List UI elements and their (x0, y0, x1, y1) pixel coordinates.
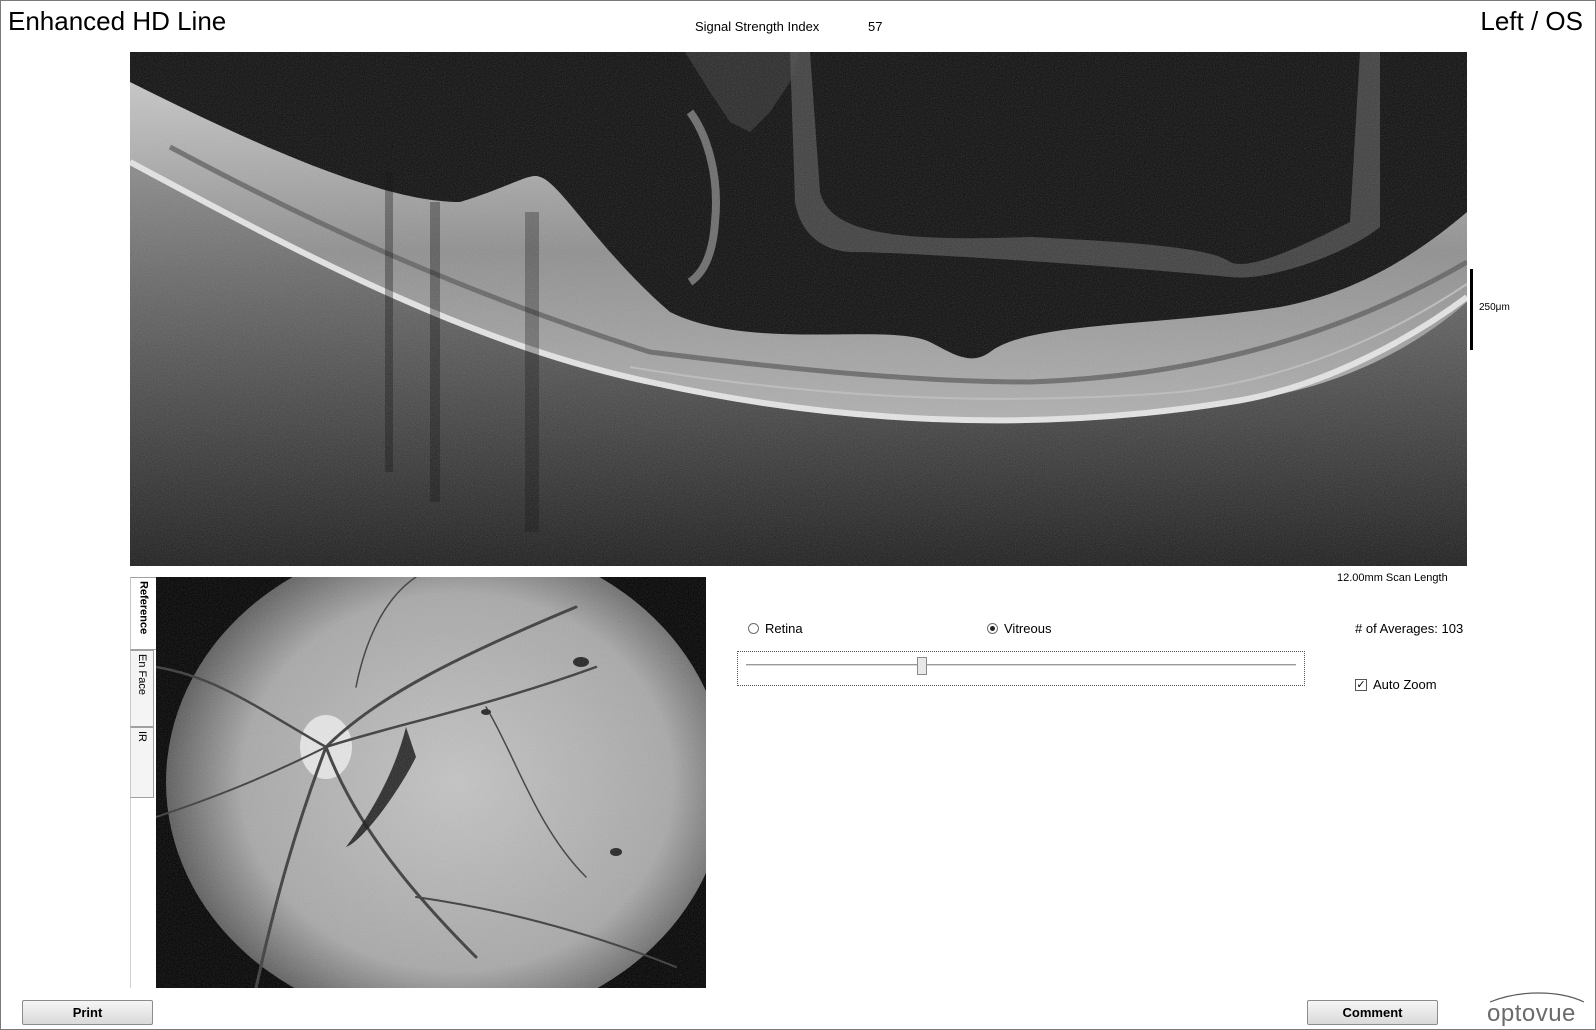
scale-bar-label: 250μm (1479, 302, 1510, 313)
slider-track[interactable] (746, 664, 1296, 667)
signal-strength-value: 57 (868, 19, 883, 34)
auto-zoom-check-box[interactable]: ✓ (1355, 678, 1367, 691)
oct-bscan-image[interactable] (130, 52, 1467, 566)
comment-button[interactable]: Comment (1307, 1000, 1438, 1025)
logo-text: optovue (1487, 1000, 1576, 1027)
scan-type-title: Enhanced HD Line (8, 6, 227, 36)
depth-slider[interactable] (737, 651, 1305, 686)
image-view-tabs: Reference En Face IR (130, 577, 156, 798)
tab-ir[interactable]: IR (130, 727, 154, 798)
retina-radio[interactable]: Retina (748, 621, 803, 636)
tab-reference-label: Reference (137, 581, 150, 635)
vitreous-radio-label: Vitreous (1004, 621, 1052, 636)
tab-en-face-label: En Face (136, 654, 148, 695)
tab-reference[interactable]: Reference (130, 577, 156, 650)
fundus-reference-image[interactable] (156, 577, 706, 988)
tab-en-face[interactable]: En Face (130, 650, 154, 727)
retina-radio-label: Retina (765, 621, 803, 636)
vitreous-radio-circle[interactable] (987, 623, 998, 634)
print-button[interactable]: Print (22, 1000, 153, 1025)
optovue-logo: optovue (1484, 992, 1588, 1027)
signal-strength-label: Signal Strength Index (695, 19, 820, 34)
scale-bar (1470, 269, 1473, 350)
scan-length-label: 12.00mm Scan Length (1337, 572, 1448, 584)
vitreous-radio[interactable]: Vitreous (987, 621, 1051, 636)
averages-count: # of Averages: 103 (1355, 621, 1464, 636)
auto-zoom-label: Auto Zoom (1373, 677, 1437, 692)
retina-radio-circle[interactable] (748, 623, 759, 634)
slider-thumb[interactable] (917, 657, 927, 675)
tab-ir-label: IR (136, 731, 148, 742)
eye-label: Left / OS (1480, 6, 1583, 36)
auto-zoom-checkbox[interactable]: ✓ Auto Zoom (1355, 677, 1437, 692)
